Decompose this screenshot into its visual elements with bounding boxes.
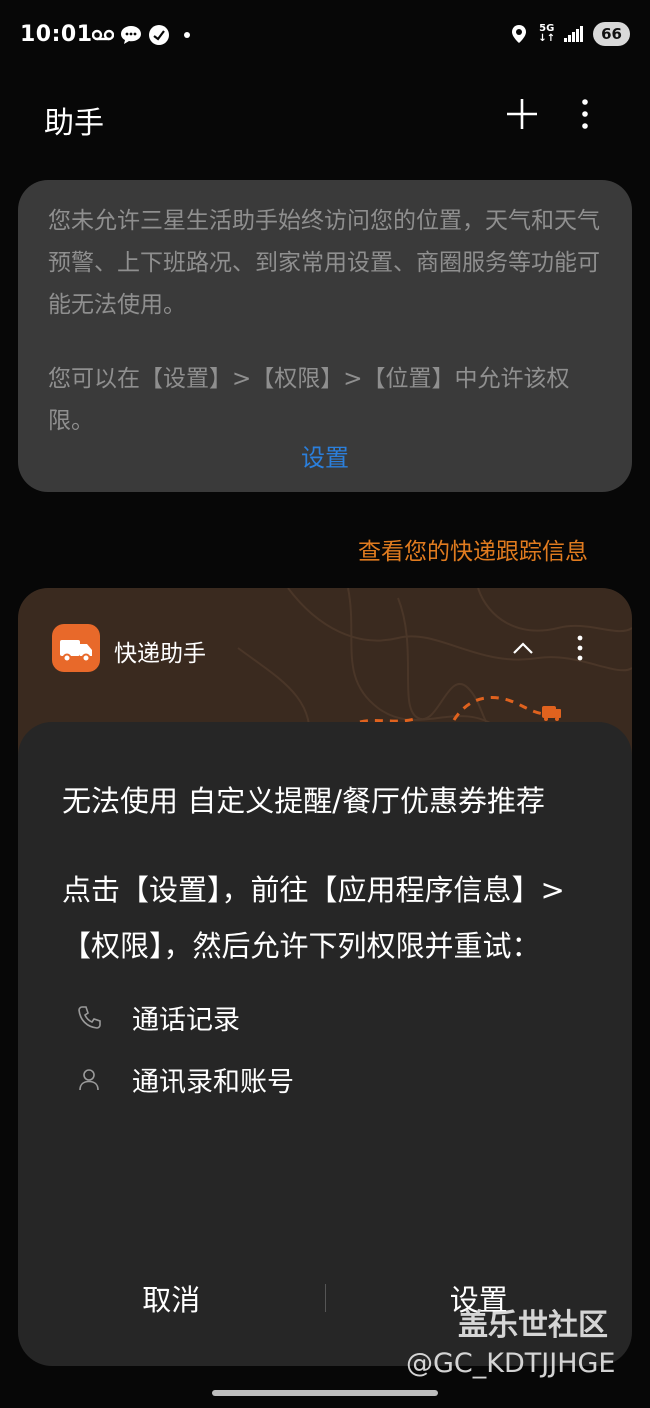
add-button[interactable] <box>502 94 542 134</box>
more-notifications-dot <box>184 32 190 38</box>
battery-level: 66 <box>593 22 630 46</box>
voicemail-icon <box>92 24 114 46</box>
screen: 10:01 5G ↓↑ 66 助手 您未允许三星生活助手始终访问您的位置，天气和… <box>0 0 650 1408</box>
list-item: 通讯录和账号 <box>62 1048 588 1110</box>
more-vertical-icon <box>577 635 583 661</box>
more-options-button[interactable] <box>570 94 600 134</box>
status-bar: 10:01 5G ↓↑ 66 <box>0 0 650 72</box>
network-type: 5G ↓↑ <box>538 23 556 44</box>
person-icon <box>79 1069 99 1091</box>
app-header: 助手 <box>0 88 650 148</box>
more-vertical-icon <box>582 99 588 129</box>
location-permission-card: 您未允许三星生活助手始终访问您的位置，天气和天气预警、上下班路况、到家常用设置、… <box>18 180 632 492</box>
plus-icon <box>507 99 537 129</box>
location-settings-link[interactable]: 设置 <box>18 438 632 473</box>
system-icons: 5G ↓↑ 66 <box>508 22 630 46</box>
permission-label: 通话记录 <box>132 1004 240 1036</box>
phone-icon <box>78 1006 101 1029</box>
express-card-title: 快递助手 <box>114 641 206 667</box>
permission-label: 通讯录和账号 <box>132 1066 294 1098</box>
status-time: 10:01 <box>20 22 93 47</box>
cancel-button[interactable]: 取消 <box>18 1277 325 1319</box>
permission-list: 通话记录 通讯录和账号 <box>62 986 588 1110</box>
location-icon <box>508 23 530 45</box>
list-item: 通话记录 <box>62 986 588 1048</box>
express-logo <box>52 624 100 672</box>
location-warning-text: 您未允许三星生活助手始终访问您的位置，天气和天气预警、上下班路况、到家常用设置、… <box>48 208 600 318</box>
permission-dialog: 无法使用 自定义提醒/餐厅优惠券推荐 点击【设置】，前往【应用程序信息】>【权限… <box>18 722 632 1366</box>
express-more-button[interactable] <box>570 632 590 664</box>
truck-icon <box>542 706 561 721</box>
tracking-info-link[interactable]: 查看您的快递跟踪信息 <box>358 532 588 566</box>
app-badge-icon <box>148 24 170 46</box>
collapse-button[interactable] <box>510 636 536 660</box>
signal-icon <box>563 23 585 45</box>
notification-icons <box>92 24 190 46</box>
page-title: 助手 <box>44 106 104 141</box>
delivery-truck-icon <box>60 640 92 663</box>
message-icon <box>120 24 142 46</box>
home-indicator[interactable] <box>212 1390 438 1396</box>
watermark-title: 盖乐世社区 <box>458 1308 608 1343</box>
watermark-handle: @GC_KDTJJHGE <box>406 1348 616 1379</box>
dialog-body: 点击【设置】，前往【应用程序信息】>【权限】，然后允许下列权限并重试： <box>62 873 565 963</box>
location-hint-text: 您可以在【设置】>【权限】>【位置】中允许该权限。 <box>48 366 570 434</box>
chevron-up-icon <box>513 642 533 654</box>
dialog-title: 无法使用 自定义提醒/餐厅优惠券推荐 <box>62 784 545 818</box>
